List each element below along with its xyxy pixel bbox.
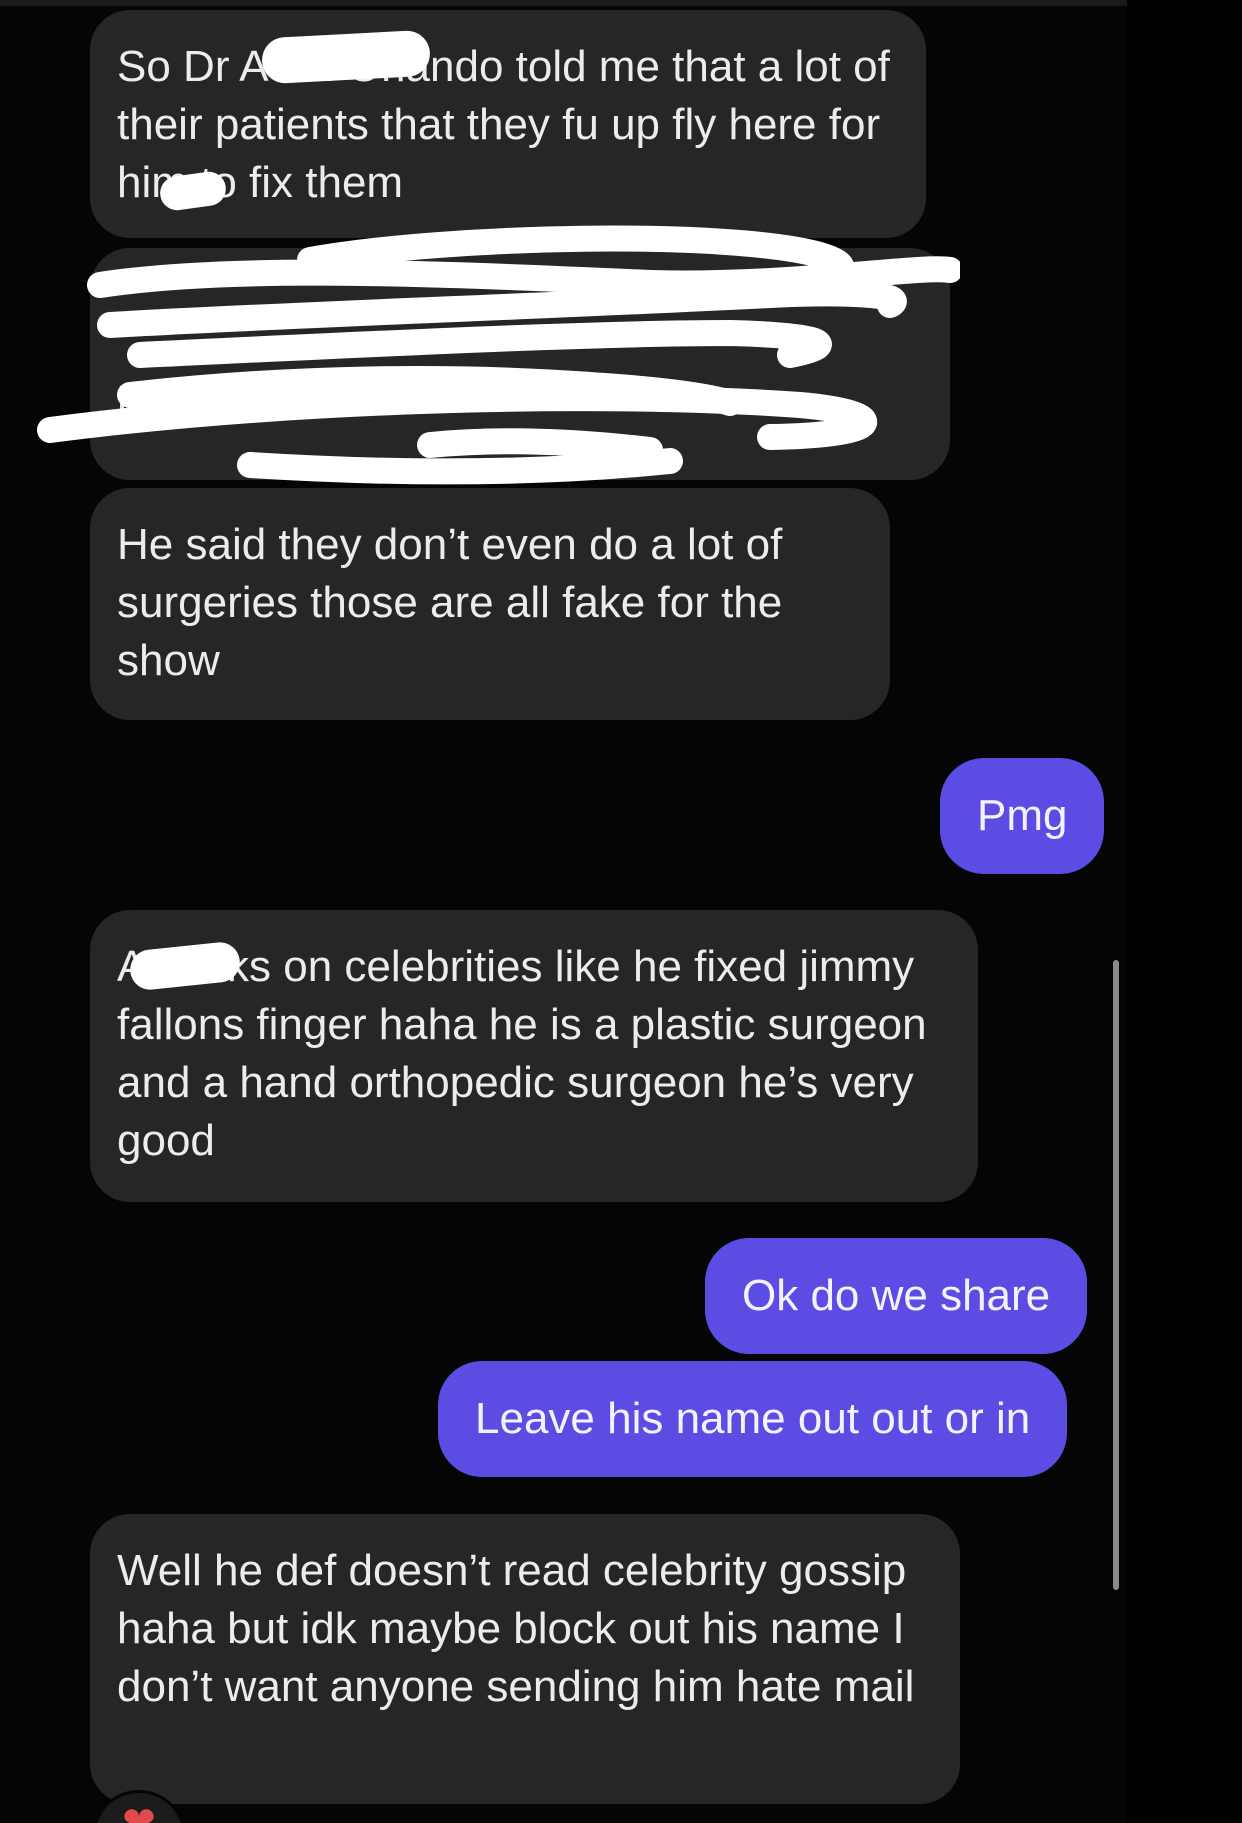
chat-screen: So Dr A l in Orlando told me that a lot … (0, 0, 1127, 1823)
message-text: A works on celebrities like he fixed jim… (117, 942, 927, 1165)
message-outgoing[interactable]: Leave his name out out or in (438, 1361, 1068, 1477)
scrollbar[interactable] (1113, 960, 1119, 1590)
message-outgoing[interactable]: Ok do we share (705, 1238, 1088, 1354)
message-text: So Dr A l in Orlando told me that a lot … (117, 42, 890, 207)
message-incoming[interactable]: Well he def doesn’t read celebrity gossi… (90, 1514, 960, 1804)
message-text: Pmg (977, 791, 1068, 840)
redaction-mark (260, 29, 432, 85)
message-incoming[interactable]: He said they don’t even do a lot of surg… (90, 488, 890, 720)
message-outgoing[interactable]: Pmg (940, 758, 1105, 874)
screen-edge (1127, 0, 1242, 1823)
header-edge (0, 0, 1127, 6)
message-text: Ok do we share (742, 1271, 1051, 1320)
redaction-scribble (37, 225, 960, 485)
message-text: Well he def doesn’t read celebrity gossi… (117, 1546, 915, 1711)
message-text: He said they don’t even do a lot of surg… (117, 520, 783, 685)
heart-icon: ❤ (122, 1799, 156, 1823)
message-text: Leave his name out out or in (475, 1394, 1031, 1443)
